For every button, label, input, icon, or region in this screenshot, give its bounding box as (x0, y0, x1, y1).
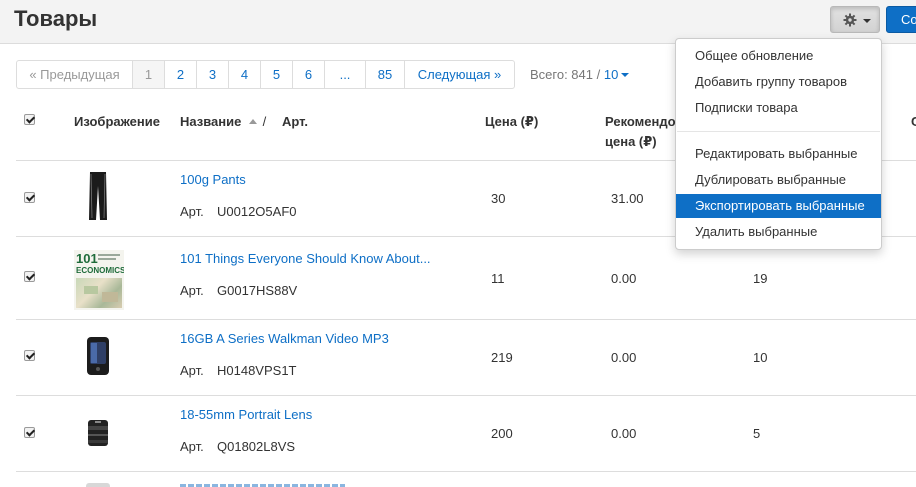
quantity-value: 5 (753, 426, 761, 441)
recommended-price-value: 0.00 (611, 271, 637, 286)
menu-item-export-selected[interactable]: Экспортировать выбранные (676, 194, 881, 218)
row-checkbox[interactable] (24, 350, 35, 361)
sort-ascending-icon (249, 119, 257, 124)
row-checkbox[interactable] (24, 271, 35, 282)
pants-thumbnail[interactable] (88, 172, 108, 225)
pagination-next[interactable]: Следующая » (404, 60, 515, 89)
gear-icon (843, 13, 857, 27)
sku-value: G0017HS88V (217, 283, 298, 298)
settings-dropdown-button[interactable] (830, 6, 880, 33)
recommended-price-value: 0.00 (611, 350, 637, 365)
price-value: 200 (491, 426, 513, 441)
pagination-page-85[interactable]: 85 (365, 60, 405, 89)
column-header-image: Изображение (74, 114, 160, 129)
sku-label: Арт. (180, 439, 204, 454)
next-row-link-partial (180, 482, 345, 487)
pagination-prev[interactable]: « Предыдущая (16, 60, 133, 89)
quantity-value: 10 (753, 350, 768, 365)
mp3-player-thumbnail[interactable] (86, 337, 110, 378)
price-value: 11 (491, 271, 505, 286)
lens-thumbnail[interactable] (86, 418, 110, 451)
pagination-ellipsis[interactable]: ... (324, 60, 366, 89)
row-checkbox[interactable] (24, 427, 35, 438)
product-name-link[interactable]: 18-55mm Portrait Lens (180, 407, 312, 422)
column-header-recommended-price-line1[interactable]: Рекомендо (605, 114, 676, 129)
table-divider (16, 395, 916, 396)
pagination-page-6[interactable]: 6 (292, 60, 325, 89)
pagination-page-1[interactable]: 1 (132, 60, 165, 89)
pagination-page-4[interactable]: 4 (228, 60, 261, 89)
chevron-down-icon (621, 73, 630, 77)
row-checkbox[interactable] (24, 192, 35, 203)
sort-separator: / (262, 114, 267, 129)
recommended-price-value: 0.00 (611, 426, 637, 441)
select-all-checkbox[interactable] (24, 114, 35, 125)
create-product-button[interactable]: Создать (886, 6, 916, 33)
chevron-down-icon (863, 19, 871, 23)
menu-item-product-subscriptions[interactable]: Подписки товара (676, 96, 881, 120)
product-name-link[interactable]: 100g Pants (180, 172, 246, 187)
column-header-extra[interactable]: С (911, 114, 916, 129)
sku-value: U0012O5AF0 (217, 204, 297, 219)
pagination-page-2[interactable]: 2 (164, 60, 197, 89)
per-page-value: 10 (603, 67, 619, 82)
book-thumbnail[interactable]: 101 ECONOMICS (74, 250, 124, 310)
menu-item-edit-selected[interactable]: Редактировать выбранные (676, 142, 881, 166)
product-name-link[interactable]: 16GB A Series Walkman Video MP3 (180, 331, 389, 346)
table-divider (16, 319, 916, 320)
actions-dropdown-menu: Общее обновление Добавить группу товаров… (675, 38, 882, 250)
sku-label: Арт. (180, 204, 204, 219)
sku-label: Арт. (180, 283, 204, 298)
menu-item-global-update[interactable]: Общее обновление (676, 44, 881, 68)
menu-item-delete-selected[interactable]: Удалить выбранные (676, 220, 881, 244)
total-label: Всего: 841 / (530, 67, 601, 82)
sku-value: Q01802L8VS (217, 439, 296, 454)
column-header-sku[interactable]: Арт. (282, 114, 308, 129)
menu-divider (677, 131, 880, 132)
column-header-recommended-price-line2: цена (₽) (605, 134, 657, 149)
recommended-price-value: 31.00 (611, 191, 644, 206)
per-page-select[interactable]: 10 (603, 67, 630, 82)
pagination-page-3[interactable]: 3 (196, 60, 229, 89)
book-thumbnail-title: ECONOMICS (76, 266, 124, 275)
quantity-value: 19 (753, 271, 768, 286)
pagination: « Предыдущая 1 2 3 4 5 6 ... 85 Следующа… (16, 60, 515, 89)
column-header-name-label: Название (180, 114, 242, 129)
column-header-price[interactable]: Цена (₽) (485, 114, 538, 130)
product-name-link[interactable]: 101 Things Everyone Should Know About... (180, 251, 431, 266)
menu-item-clone-selected[interactable]: Дублировать выбранные (676, 168, 881, 192)
table-divider (16, 471, 916, 472)
price-value: 219 (491, 350, 513, 365)
menu-item-add-product-group[interactable]: Добавить группу товаров (676, 70, 881, 94)
next-row-thumbnail-partial (86, 483, 110, 487)
pagination-page-5[interactable]: 5 (260, 60, 293, 89)
book-thumbnail-number: 101 (76, 251, 98, 266)
total-count: Всего: 841 / 10 (530, 67, 630, 82)
column-header-name[interactable]: Название / (180, 114, 266, 129)
page-title: Товары (14, 6, 98, 31)
sku-label: Арт. (180, 363, 204, 378)
price-value: 30 (491, 191, 506, 206)
sku-value: H0148VPS1T (217, 363, 297, 378)
